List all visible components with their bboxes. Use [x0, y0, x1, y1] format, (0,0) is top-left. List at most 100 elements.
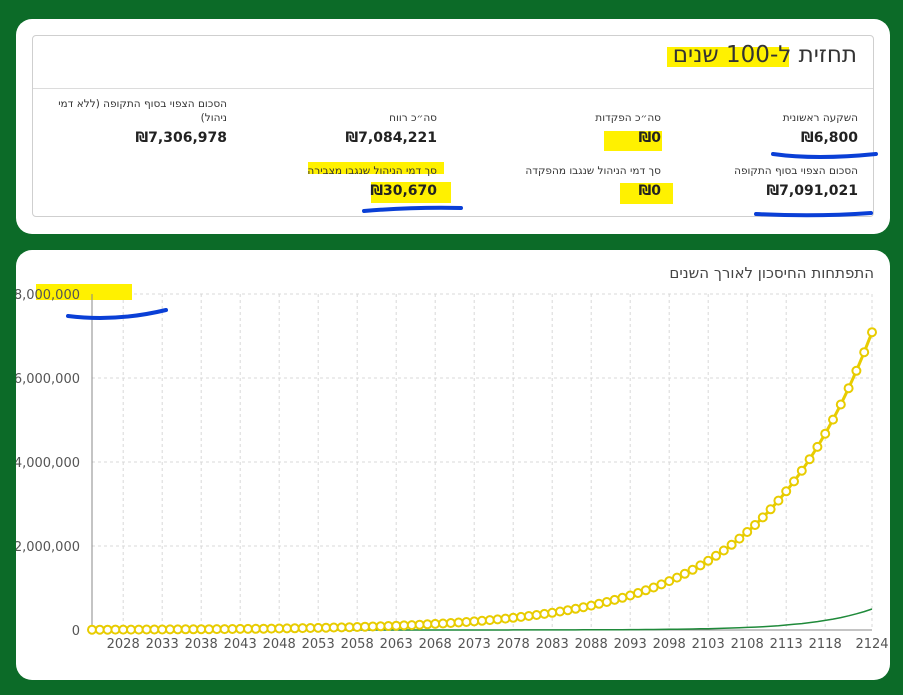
x-tick-label: 2113: [770, 637, 803, 652]
x-tick-label: 2083: [536, 637, 569, 652]
savings-point: [516, 611, 526, 622]
savings-point: [648, 582, 659, 593]
savings-point: [336, 622, 347, 633]
savings-point: [383, 621, 394, 631]
savings-point: [601, 597, 612, 607]
savings-point: [695, 560, 706, 571]
savings-point: [500, 613, 511, 624]
x-tick-label: 2124: [855, 637, 888, 652]
savings-point: [102, 624, 113, 635]
savings-point: [734, 533, 745, 544]
savings-point: [773, 495, 784, 506]
savings-point: [297, 623, 308, 634]
savings-point: [570, 603, 581, 614]
savings-point: [313, 622, 324, 633]
savings-point: [406, 620, 417, 631]
x-tick-label: 2058: [341, 637, 374, 652]
savings-point: [789, 476, 799, 487]
x-tick-label: 2053: [302, 637, 335, 652]
savings-point: [859, 347, 870, 358]
savings-point: [765, 504, 776, 515]
savings-point: [391, 620, 402, 631]
y-tick-label: 4,000,000: [16, 456, 80, 471]
savings-point: [523, 611, 534, 621]
savings-point: [344, 622, 355, 633]
pen-annotations: [362, 152, 878, 218]
tick-labels: 0 2,000,000 4,000,000 6,000,000 8,000,000 202…: [16, 288, 889, 652]
savings-point: [289, 623, 300, 634]
savings-point: [461, 617, 472, 627]
savings-point: [243, 623, 253, 634]
savings-chart: 0 2,000,000 4,000,000 6,000,000 8,000,000 202…: [16, 284, 889, 652]
y-tick-label: 2,000,000: [16, 540, 80, 555]
savings-point: [742, 527, 753, 537]
y-max-underline: [66, 308, 168, 320]
savings-point: [445, 618, 456, 628]
x-tick-label: 2048: [263, 637, 296, 652]
savings-point: [711, 550, 721, 561]
x-tick-label: 2093: [614, 637, 647, 652]
chart-card: התפתחות החיסכון לאורך השנים 0 2,000,000 4,…: [16, 250, 890, 680]
savings-point: [531, 610, 542, 620]
savings-point: [828, 414, 838, 425]
savings-point: [422, 619, 433, 630]
y-tick-label: 8,000,000: [16, 288, 80, 303]
savings-point: [469, 616, 480, 627]
savings-point: [594, 598, 604, 609]
x-tick-label: 2063: [380, 637, 413, 652]
x-tick-label: 2098: [653, 637, 686, 652]
savings-point: [617, 592, 628, 603]
x-tick-label: 2033: [146, 637, 179, 652]
savings-point: [219, 624, 230, 635]
savings-point: [578, 602, 589, 613]
savings-point: [672, 572, 682, 583]
y-tick-label: 6,000,000: [16, 372, 80, 387]
savings-point: [375, 621, 386, 632]
savings-point: [804, 454, 815, 465]
x-tick-label: 2108: [731, 637, 764, 652]
savings-point: [305, 623, 316, 633]
x-tick-label: 2073: [458, 637, 491, 652]
savings-point: [282, 623, 292, 634]
savings-point: [321, 622, 331, 633]
savings-point: [687, 564, 698, 575]
x-tick-label: 2118: [809, 637, 842, 652]
savings-point: [843, 383, 854, 394]
savings-point: [328, 622, 339, 633]
savings-point: [867, 327, 877, 338]
savings-point: [352, 622, 363, 632]
savings-point: [820, 428, 831, 439]
initial-investment-underline: [771, 152, 878, 159]
savings-point: [625, 590, 636, 601]
savings-point: [609, 594, 620, 605]
grid-lines: [36, 284, 873, 631]
savings-point: [172, 624, 183, 635]
savings-point: [399, 620, 409, 631]
savings-point: [430, 618, 441, 629]
savings-point: [133, 624, 144, 635]
savings-point: [562, 605, 573, 616]
savings-point: [796, 465, 807, 476]
savings-point: [664, 576, 675, 587]
savings-point: [781, 486, 792, 497]
savings-point: [157, 624, 168, 635]
savings-point: [812, 441, 823, 452]
savings-point: [484, 615, 495, 626]
savings-point: [539, 608, 550, 619]
x-tick-label: 2068: [419, 637, 452, 652]
savings-line: [92, 331, 874, 632]
accumulation-fees-underline: [362, 205, 463, 213]
savings-point: [414, 619, 425, 630]
savings-point: [835, 399, 846, 410]
savings-point: [703, 555, 714, 566]
savings-point: [633, 588, 643, 598]
savings-point: [204, 624, 214, 635]
expected-amount-underline: [754, 211, 873, 218]
y-tick-label: 0: [72, 624, 80, 639]
savings-point: [656, 579, 667, 590]
savings-point: [360, 621, 370, 632]
savings-point: [477, 615, 487, 626]
x-tick-label: 2088: [575, 637, 608, 652]
savings-point: [679, 568, 690, 579]
savings-point: [250, 623, 261, 634]
